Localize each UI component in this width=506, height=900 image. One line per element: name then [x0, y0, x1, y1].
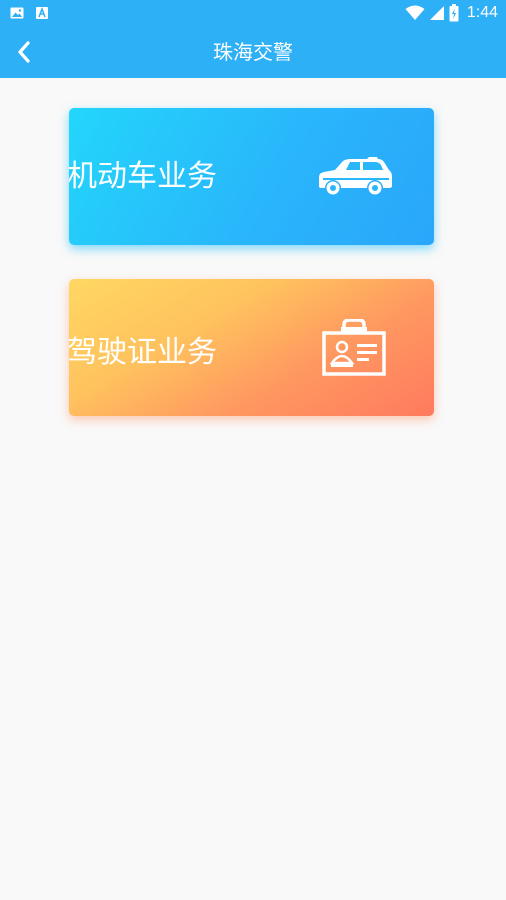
wifi-icon — [405, 5, 425, 20]
chevron-left-icon — [18, 41, 30, 63]
car-icon — [319, 157, 392, 195]
app-header: 1:44 珠海交警 — [0, 0, 506, 78]
license-business-label: 驾驶证业务 — [69, 335, 217, 370]
status-indicators: 1:44 — [405, 2, 498, 24]
back-button[interactable] — [4, 32, 44, 72]
a-notification-icon — [36, 7, 48, 19]
status-bar: 1:44 — [0, 0, 506, 26]
app-screen: 1:44 珠海交警 机动车业务 驾驶证业务 — [0, 0, 506, 900]
page-title: 珠海交警 — [213, 40, 293, 64]
status-time: 1:44 — [466, 4, 498, 21]
vehicle-business-card[interactable]: 机动车业务 — [69, 108, 434, 245]
status-notifications — [10, 4, 48, 22]
license-business-card[interactable]: 驾驶证业务 — [69, 279, 434, 416]
signal-icon — [429, 6, 444, 20]
battery-icon — [449, 4, 459, 22]
toolbar: 珠海交警 — [0, 26, 506, 78]
image-notification-icon — [10, 7, 24, 19]
vehicle-business-label: 机动车业务 — [69, 159, 217, 194]
id-card-icon — [322, 319, 386, 376]
